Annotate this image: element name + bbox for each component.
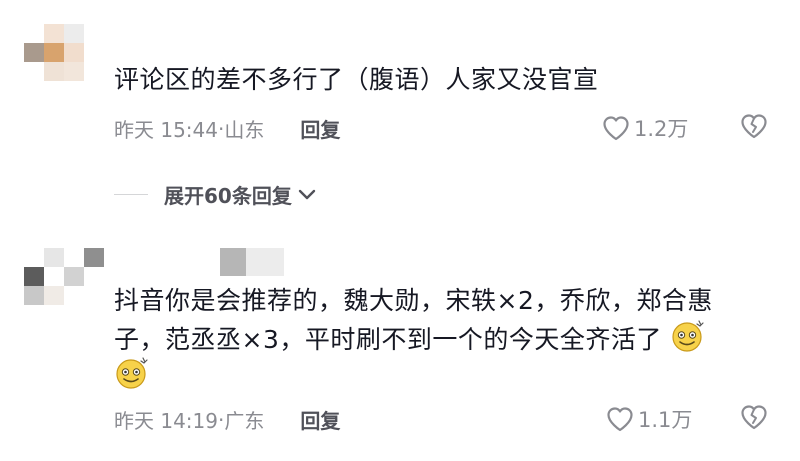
reply-button[interactable]: 回复: [300, 114, 340, 143]
comment-meta: 昨天 15:44 · 山东 回复: [114, 114, 340, 143]
like-button[interactable]: 1.1万: [606, 404, 692, 434]
comment-location: 山东: [224, 118, 265, 142]
censored-username: [200, 248, 322, 276]
dislike-button[interactable]: [740, 404, 768, 434]
dislike-button[interactable]: [740, 113, 768, 143]
chevron-down-icon: [298, 189, 316, 199]
divider: [114, 193, 148, 196]
comment-time: 昨天 14:19: [114, 409, 218, 433]
comment-text-line1: 抖音你是会推荐的，魏大勋，宋轶×2，乔欣，郑合惠: [114, 286, 713, 315]
dizzy-smile-emoji-icon: [672, 320, 704, 352]
comment-meta: 昨天 14:19 · 广东 回复: [114, 405, 340, 434]
avatar[interactable]: [24, 24, 104, 100]
comment-time: 昨天 15:44: [114, 118, 218, 142]
like-count: 1.1万: [638, 408, 693, 432]
broken-heart-icon: [741, 114, 767, 139]
reply-button[interactable]: 回复: [300, 405, 340, 434]
like-button[interactable]: 1.2万: [602, 113, 688, 143]
expand-replies-label: 展开60条回复: [164, 184, 292, 208]
heart-outline-icon: [607, 407, 633, 432]
comment-list: 评论区的差不多行了（腹语）人家又没官宣 昨天 15:44 · 山东 回复 1.2万 …: [0, 0, 800, 461]
expand-replies-button[interactable]: 展开60条回复: [114, 180, 316, 209]
heart-outline-icon: [603, 116, 629, 141]
comment-text: 评论区的差不多行了（腹语）人家又没官宣: [114, 65, 599, 94]
avatar[interactable]: [24, 248, 104, 324]
comment-location: 广东: [224, 409, 265, 433]
broken-heart-icon: [741, 405, 767, 430]
dizzy-smile-emoji-icon: [116, 357, 148, 389]
comment-text: 抖音你是会推荐的，魏大勋，宋轶×2，乔欣，郑合惠 子，范丞丞×3，平时刷不到一个…: [114, 282, 713, 393]
like-count: 1.2万: [634, 117, 689, 141]
comment-text-line2: 子，范丞丞×3，平时刷不到一个的今天全齐活了: [114, 325, 662, 354]
